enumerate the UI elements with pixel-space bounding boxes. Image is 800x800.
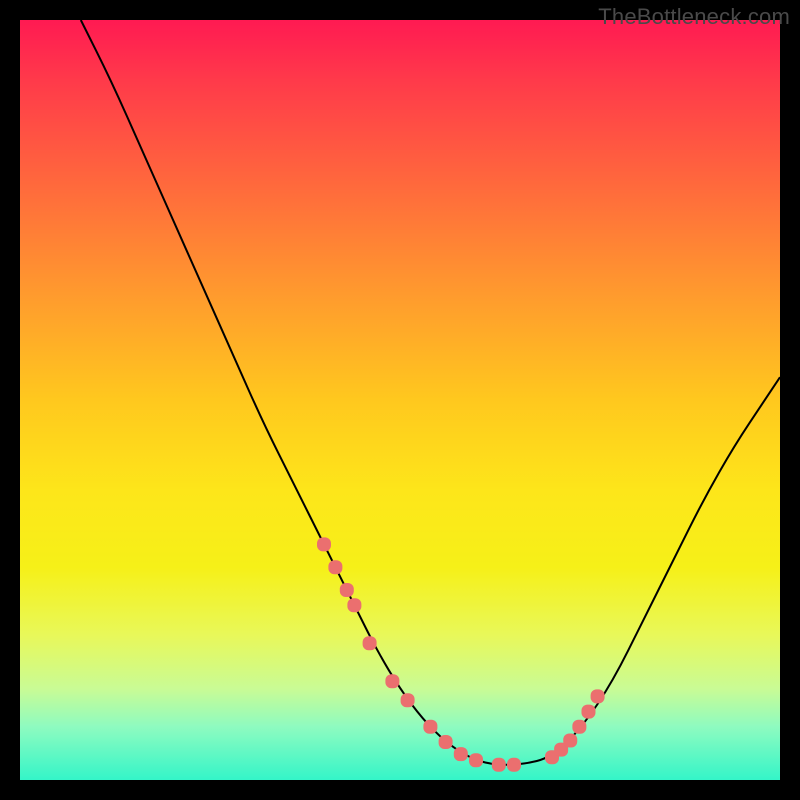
marker-dot <box>454 747 468 761</box>
marker-dot <box>581 705 595 719</box>
bottleneck-curve <box>81 20 780 765</box>
marker-dot <box>347 598 361 612</box>
marker-dot <box>340 583 354 597</box>
bottleneck-chart <box>20 20 780 780</box>
marker-dot <box>563 733 577 747</box>
watermark-text: TheBottleneck.com <box>598 4 790 30</box>
marker-dot <box>572 720 586 734</box>
marker-dot <box>385 674 399 688</box>
marker-dot <box>469 753 483 767</box>
marker-dot <box>328 560 342 574</box>
marker-dot <box>401 693 415 707</box>
marker-dot <box>507 758 521 772</box>
marker-group <box>317 537 605 771</box>
marker-dot <box>492 758 506 772</box>
marker-dot <box>439 735 453 749</box>
marker-dot <box>363 636 377 650</box>
marker-dot <box>591 689 605 703</box>
marker-dot <box>423 720 437 734</box>
marker-dot <box>317 537 331 551</box>
